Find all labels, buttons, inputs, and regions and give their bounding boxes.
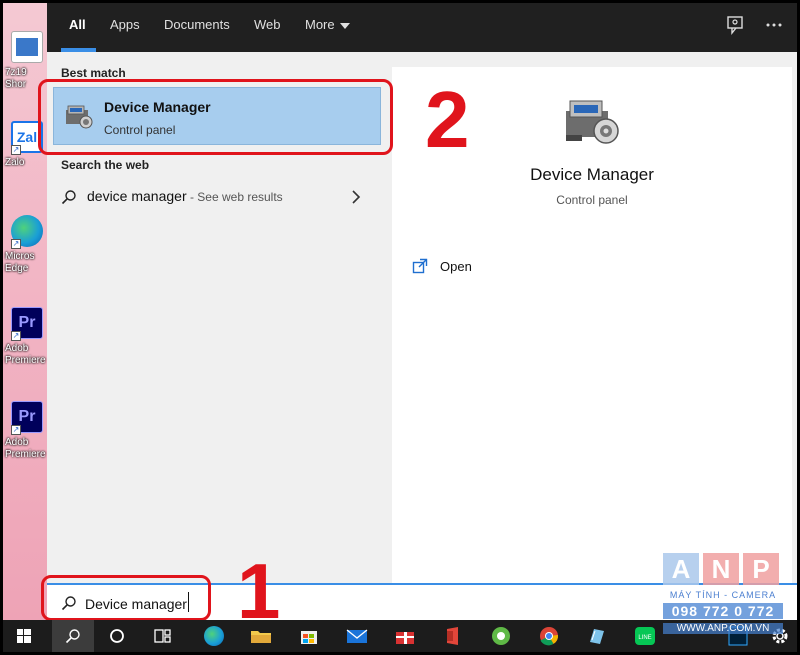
gift-icon [396, 632, 414, 644]
web-query: device manager [87, 188, 187, 204]
search-icon [65, 629, 80, 644]
annotation-box-search [41, 575, 211, 621]
task-view-button[interactable] [148, 624, 178, 648]
taskbar-gift-app[interactable] [390, 624, 420, 648]
desktop-icon-label: Zalo [5, 157, 25, 168]
screen: 7z19 Shor Zal ↗ Zalo ↗ Micros Edge Pr ↗ Ad… [3, 3, 797, 652]
tab-web[interactable]: Web [254, 17, 281, 32]
shortcut-arrow-icon: ↗ [11, 331, 21, 341]
task-view-icon [154, 629, 171, 643]
web-hint: - See web results [186, 190, 283, 204]
folder-icon [251, 631, 271, 643]
tab-documents[interactable]: Documents [164, 17, 230, 32]
open-icon [412, 258, 428, 274]
windows-logo-icon [17, 629, 31, 643]
desktop-icon-file[interactable]: 7z19 Shor [5, 31, 49, 90]
chevron-right-icon[interactable] [349, 187, 363, 207]
taskbar-search-button[interactable] [52, 620, 94, 652]
taskbar-mail[interactable] [342, 624, 372, 648]
feedback-icon[interactable] [725, 15, 747, 37]
annotation-box-best-match [38, 79, 393, 155]
desktop-icon-label: Adob [5, 343, 29, 354]
desktop-icon-edge[interactable]: ↗ Micros Edge [5, 215, 49, 274]
taskbar-coccoc[interactable] [486, 624, 516, 648]
watermark-logo: A N P MÁY TÍNH - CAMERA 098 772 0 772 WW… [663, 553, 783, 643]
coccoc-browser-icon [492, 627, 510, 645]
web-result-item[interactable]: device manager - See web results [47, 179, 387, 215]
taskbar-store[interactable] [294, 624, 324, 648]
shortcut-arrow-icon: ↗ [11, 145, 21, 155]
chrome-icon [540, 627, 559, 646]
tab-apps[interactable]: Apps [110, 17, 140, 32]
device-manager-icon [566, 100, 619, 144]
annotation-step-2: 2 [425, 75, 470, 164]
file-icon [11, 31, 43, 63]
office-icon [447, 627, 458, 645]
preview-actions: Open [392, 237, 792, 583]
start-button[interactable] [9, 624, 39, 648]
desktop-icon-label: 7z19 [5, 67, 27, 78]
desktop-icon-premiere-2[interactable]: Pr ↗ Adob Premiere [5, 401, 49, 460]
watermark-letter: A [663, 553, 699, 585]
mail-icon [346, 629, 368, 643]
desktop-icon-label: Adob [5, 437, 29, 448]
desktop-icon-premiere[interactable]: Pr ↗ Adob Premiere [5, 307, 49, 366]
tab-more[interactable]: More [305, 17, 350, 32]
cortana-icon [110, 629, 124, 643]
svg-text:LINE: LINE [638, 635, 651, 641]
open-label: Open [440, 259, 472, 274]
shortcut-arrow-icon: ↗ [11, 425, 21, 435]
store-icon [301, 631, 317, 644]
search-filter-bar: All Apps Documents Web More [47, 3, 797, 52]
taskbar-chrome[interactable] [534, 624, 564, 648]
desktop-icon-label: Micros [5, 251, 35, 262]
shortcut-arrow-icon: ↗ [11, 239, 21, 249]
watermark-tagline: MÁY TÍNH - CAMERA [669, 590, 777, 600]
taskbar-office[interactable] [438, 624, 468, 648]
search-icon [61, 190, 76, 205]
more-options-icon[interactable] [763, 15, 785, 37]
annotation-step-1: 1 [237, 547, 281, 635]
watermark-letter: N [703, 553, 739, 585]
taskbar-edge[interactable] [198, 624, 228, 648]
edge-icon [204, 626, 224, 646]
chevron-down-icon [339, 22, 350, 29]
watermark-letter: P [743, 553, 779, 585]
cortana-button[interactable] [103, 624, 133, 648]
tab-all[interactable]: All [69, 17, 86, 32]
search-web-header: Search the web [61, 158, 150, 172]
line-icon: LINE [635, 627, 655, 645]
taskbar-app-blue[interactable] [582, 624, 612, 648]
watermark-site: WWW.ANP.COM.VN [663, 623, 783, 634]
watermark-phone: 098 772 0 772 [663, 603, 783, 619]
best-match-header: Best match [61, 66, 126, 80]
preview-subtitle: Control panel [556, 193, 628, 207]
taskbar-line[interactable]: LINE [630, 624, 660, 648]
taskbar-file-explorer[interactable] [246, 624, 276, 648]
notepad-icon [590, 629, 604, 644]
preview-title: Device Manager [530, 165, 654, 184]
